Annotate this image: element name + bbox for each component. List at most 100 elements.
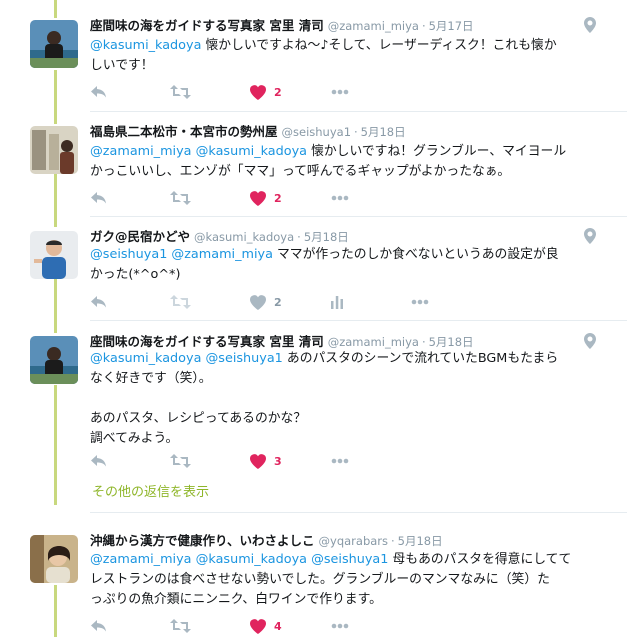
more-button[interactable] <box>331 617 349 635</box>
location-pin-icon[interactable] <box>584 17 596 33</box>
location-pin-icon[interactable] <box>584 228 596 244</box>
tweet-line: @kasumi_kadoya @seishuya1 あのパスタのシーンで流れてい… <box>90 349 595 369</box>
avatar[interactable] <box>30 535 78 583</box>
mention-link[interactable]: @zamami_miya @kasumi_kadoya <box>90 144 307 159</box>
tweet-line: @kasumi_kadoya 懐かしいですよね〜♪そして、レーザーディスク！これ… <box>90 36 595 56</box>
user-handle[interactable]: @seishuya1 <box>282 125 352 139</box>
like-button[interactable]: 2 <box>250 83 282 101</box>
mention-link[interactable]: @kasumi_kadoya @seishuya1 <box>90 351 283 366</box>
tweet-text: @zamami_miya @kasumi_kadoya @seishuya1 母… <box>90 550 595 610</box>
mention-link[interactable]: @seishuya1 @zamami_miya <box>90 247 273 262</box>
reply-button[interactable] <box>90 293 107 311</box>
more-button[interactable] <box>331 189 349 207</box>
tweet-line: っぷりの魚介類にニンニク、白ワインで作ります。 <box>90 590 595 610</box>
tweet[interactable]: 沖縄から漢方で健康作り、いわさよしこ @yqarabars · 5月18日 @zama… <box>0 531 627 637</box>
retweet-icon <box>170 295 191 309</box>
tweet-actions: 2 <box>90 189 390 207</box>
tweet-line-text: 懐かしいですよね〜♪そして、レーザーディスク！これも懐か <box>201 38 557 53</box>
tweet[interactable]: ガク@民宿かどや @kasumi_kadoya · 5月18日 @seishuya1 … <box>0 227 627 317</box>
tweet-line-text: 懐かしいですね！グランブルー、マイヨール <box>307 144 567 159</box>
tweet-line: @seishuya1 @zamami_miya ママが作ったのしか食べないという… <box>90 245 595 265</box>
display-name[interactable]: ガク@民宿かどや <box>90 229 190 244</box>
divider <box>90 111 627 112</box>
tweet-date[interactable]: 5月18日 <box>361 125 406 139</box>
display-name[interactable]: 座間味の海をガイドする写真家 宮里 清司 <box>90 334 324 349</box>
reply-icon <box>91 192 106 204</box>
mention-link[interactable]: @zamami_miya @kasumi_kadoya @seishuya1 <box>90 552 388 567</box>
separator-dot: · <box>297 230 301 244</box>
like-button[interactable]: 2 <box>250 293 282 311</box>
tweet-line: レストランのは食べさせない勢いでした。グランブルーのマンマなみに（笑）た <box>90 570 595 590</box>
reply-button[interactable] <box>90 617 107 635</box>
tweet-date[interactable]: 5月18日 <box>429 335 474 349</box>
heart-icon <box>250 294 266 310</box>
user-handle[interactable]: @kasumi_kadoya <box>194 230 294 244</box>
reply-button[interactable] <box>90 452 107 470</box>
tweet-header: ガク@民宿かどや @kasumi_kadoya · 5月18日 <box>90 227 587 247</box>
retweet-button[interactable] <box>170 452 191 470</box>
tweet-line-text: っぷりの魚介類にニンニク、白ワインで作ります。 <box>90 592 382 607</box>
display-name[interactable]: 福島県二本松市・本宮市の勢州屋 <box>90 124 278 139</box>
retweet-icon <box>170 191 191 205</box>
divider <box>90 320 627 321</box>
tweet-line: @zamami_miya @kasumi_kadoya 懐かしいですね！グランブ… <box>90 142 595 162</box>
heart-icon <box>250 190 266 206</box>
retweet-button[interactable] <box>170 617 191 635</box>
tweet-date[interactable]: 5月18日 <box>398 534 443 548</box>
tweet-actions: 4 <box>90 617 390 635</box>
more-button[interactable] <box>331 452 349 470</box>
avatar[interactable] <box>30 231 78 279</box>
avatar[interactable] <box>30 20 78 68</box>
heart-icon <box>250 453 266 469</box>
tweet[interactable]: 座間味の海をガイドする写真家 宮里 清司 @zamami_miya · 5月17日 @… <box>0 16 627 106</box>
retweet-icon <box>170 85 191 99</box>
tweet-line: @zamami_miya @kasumi_kadoya @seishuya1 母… <box>90 550 595 570</box>
display-name[interactable]: 沖縄から漢方で健康作り、いわさよしこ <box>90 533 315 548</box>
more-button[interactable] <box>411 293 429 311</box>
tweet-line <box>90 389 595 409</box>
display-name[interactable]: 座間味の海をガイドする写真家 宮里 清司 <box>90 18 324 33</box>
avatar[interactable] <box>30 336 78 384</box>
tweet[interactable]: 座間味の海をガイドする写真家 宮里 清司 @zamami_miya · 5月18日 @… <box>0 332 627 472</box>
tweet[interactable]: 福島県二本松市・本宮市の勢州屋 @seishuya1 · 5月18日 @zamami_… <box>0 122 627 212</box>
analytics-icon <box>331 296 343 309</box>
tweet-text: @kasumi_kadoya 懐かしいですよね〜♪そして、レーザーディスク！これ… <box>90 36 595 76</box>
retweet-button[interactable] <box>170 83 191 101</box>
tweet-line-text: あのパスタ、レシピってあるのかな？ <box>90 411 307 426</box>
mention-link[interactable]: @kasumi_kadoya <box>90 38 201 53</box>
like-button[interactable]: 4 <box>250 617 282 635</box>
reply-icon <box>91 620 106 632</box>
location-pin-icon[interactable] <box>584 333 596 349</box>
more-icon <box>331 458 349 464</box>
retweet-button[interactable] <box>170 189 191 207</box>
heart-icon <box>250 84 266 100</box>
retweet-icon <box>170 619 191 633</box>
tweet-line: 調べてみよう。 <box>90 429 595 449</box>
tweet-date[interactable]: 5月17日 <box>429 19 474 33</box>
avatar[interactable] <box>30 126 78 174</box>
user-handle[interactable]: @zamami_miya <box>328 335 419 349</box>
analytics-button[interactable] <box>330 293 344 311</box>
tweet-line: かった(*^o^*) <box>90 265 595 285</box>
like-button[interactable]: 3 <box>250 452 282 470</box>
user-handle[interactable]: @yqarabars <box>319 534 389 548</box>
tweet-text: @seishuya1 @zamami_miya ママが作ったのしか食べないという… <box>90 245 595 285</box>
tweet-line-text: かっこいいし、エンゾが「ママ」って呼んでるギャップがよかったなぁ。 <box>90 164 511 179</box>
reply-button[interactable] <box>90 83 107 101</box>
more-icon <box>331 89 349 95</box>
tweet-line-text: 母もあのパスタを得意にしてて <box>388 552 572 567</box>
more-button[interactable] <box>331 83 349 101</box>
reply-button[interactable] <box>90 189 107 207</box>
divider <box>90 216 627 217</box>
tweet-date[interactable]: 5月18日 <box>304 230 349 244</box>
retweet-button[interactable] <box>170 293 191 311</box>
tweet-text: @zamami_miya @kasumi_kadoya 懐かしいですね！グランブ… <box>90 142 595 182</box>
show-more-replies-link[interactable]: その他の返信を表示 <box>92 481 209 500</box>
tweet-line-text: レストランのは食べさせない勢いでした。グランブルーのマンマなみに（笑）た <box>90 572 550 587</box>
heart-icon <box>250 618 266 634</box>
tweet-text: @kasumi_kadoya @seishuya1 あのパスタのシーンで流れてい… <box>90 349 595 449</box>
reply-icon <box>91 86 106 98</box>
separator-dot: · <box>354 125 358 139</box>
user-handle[interactable]: @zamami_miya <box>328 19 419 33</box>
like-button[interactable]: 2 <box>250 189 282 207</box>
